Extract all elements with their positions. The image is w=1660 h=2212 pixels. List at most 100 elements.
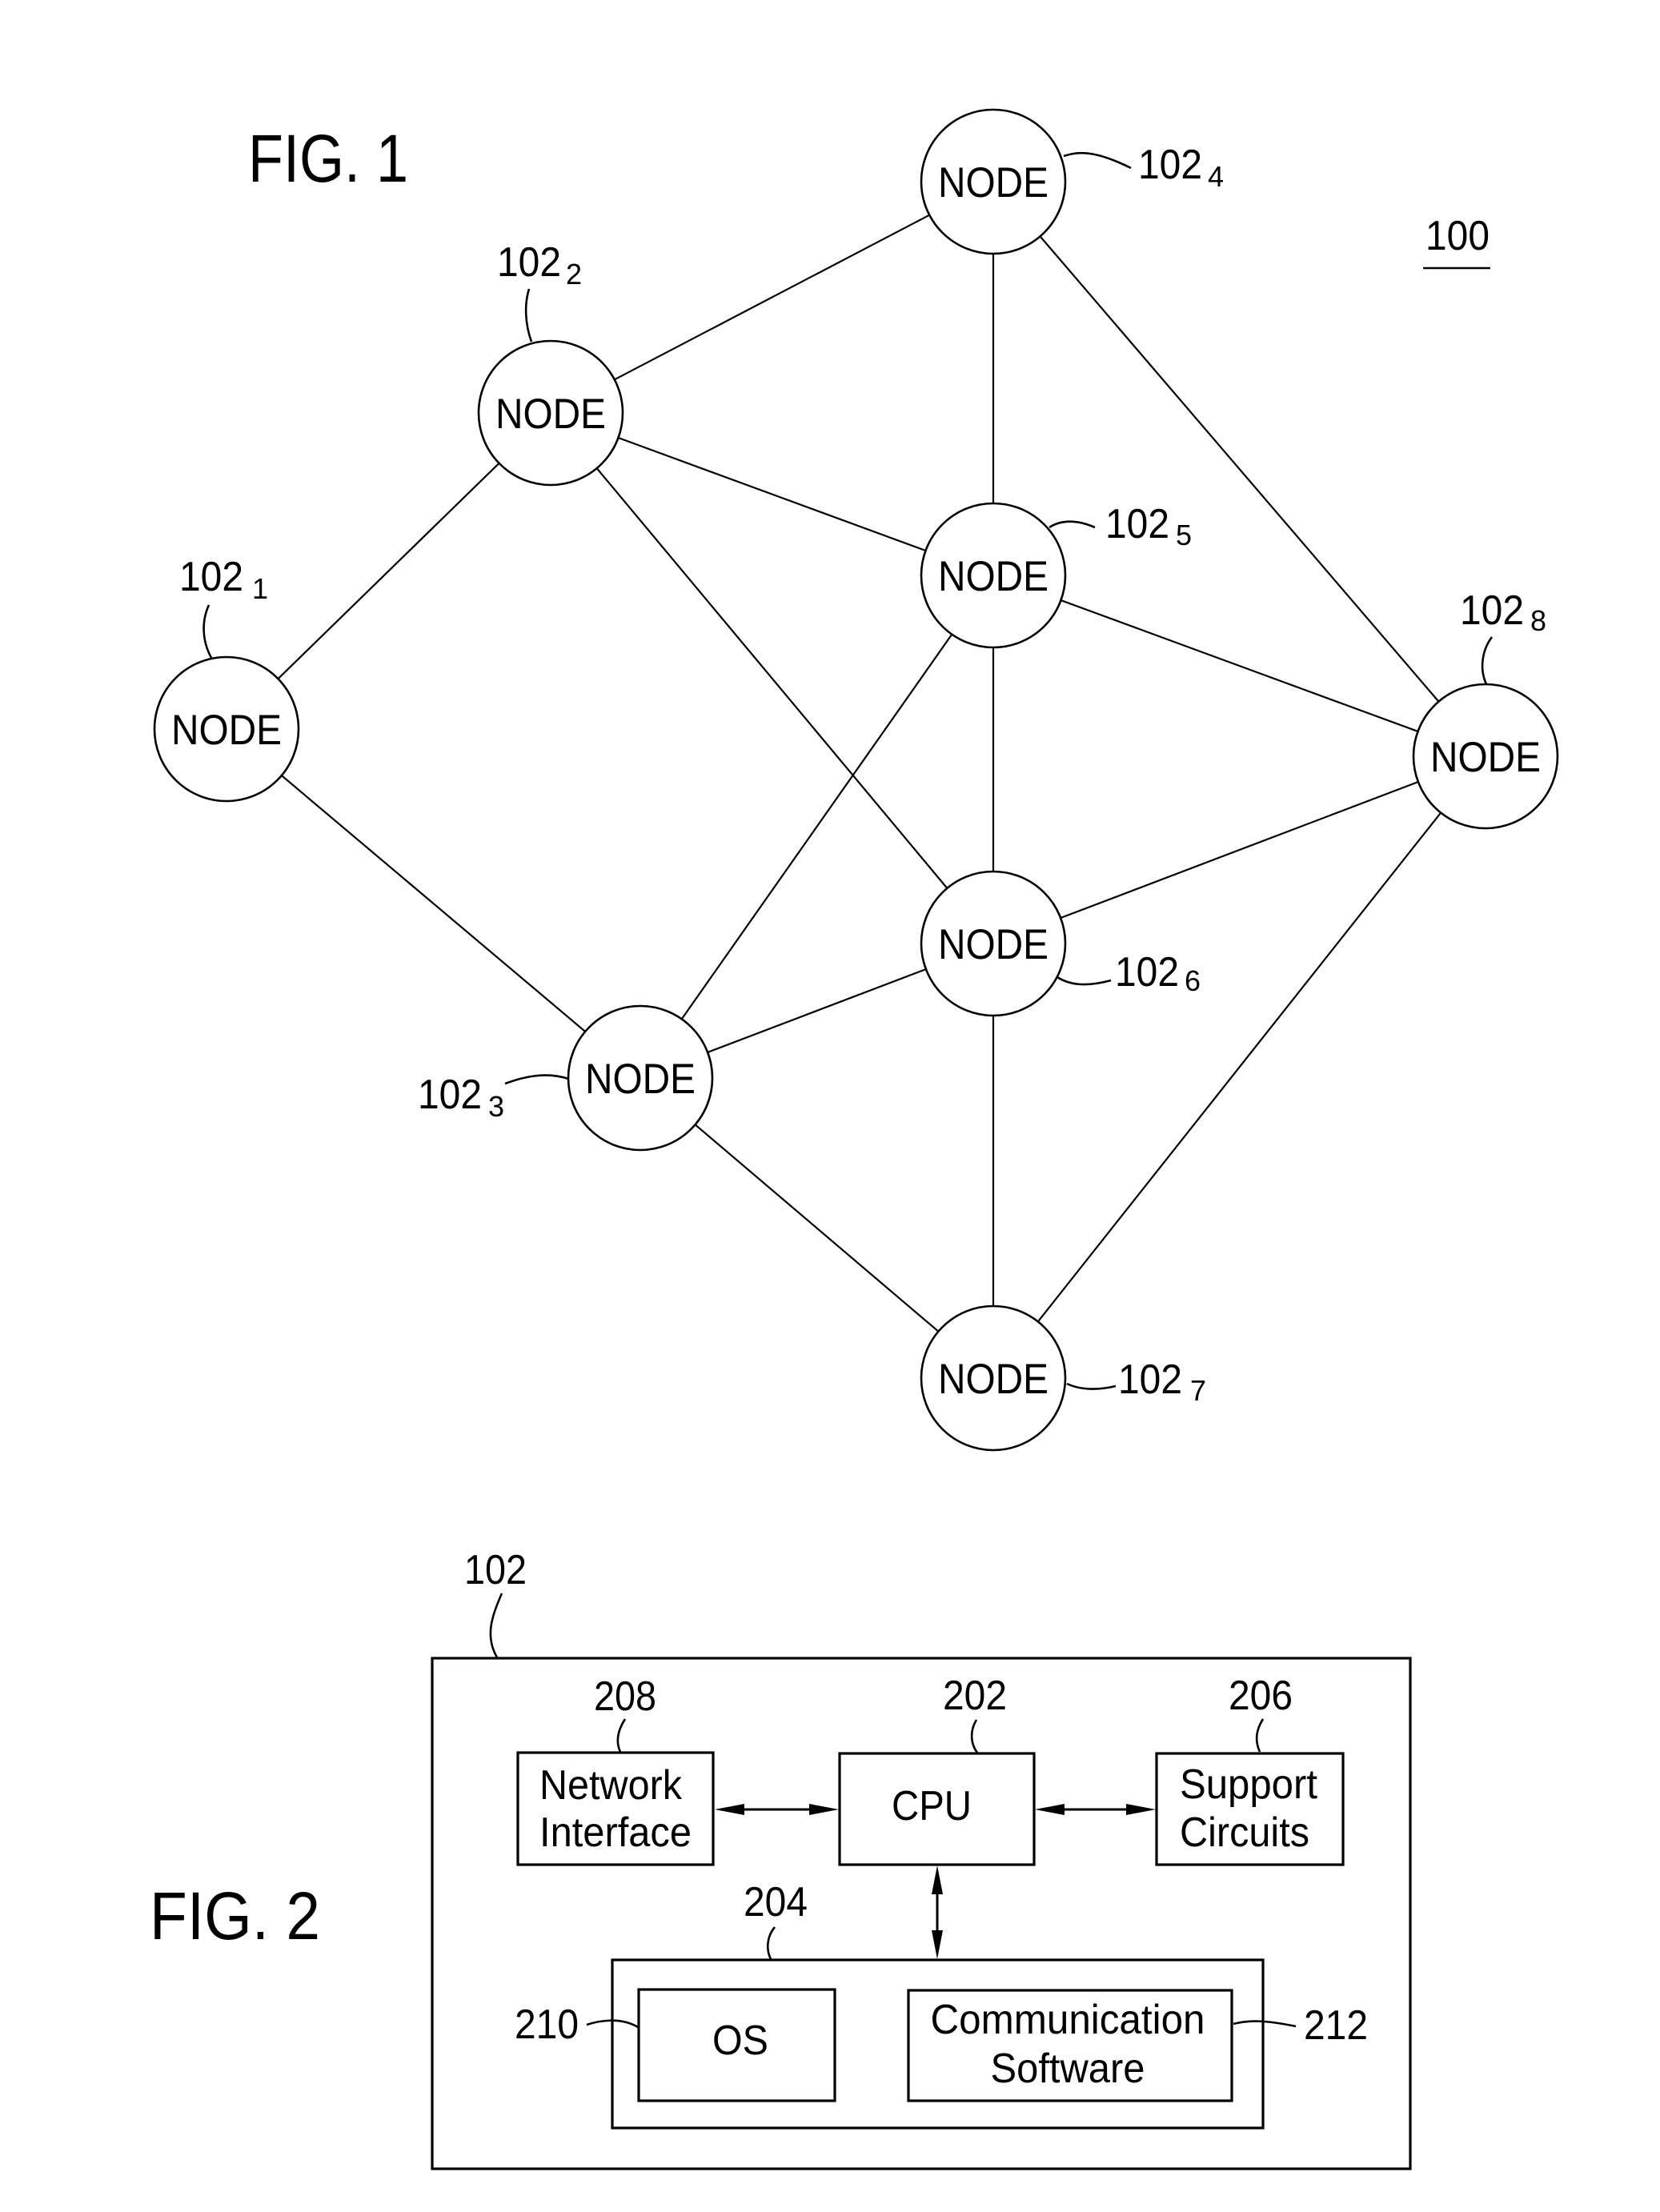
system-reference-number: 100	[1425, 213, 1490, 259]
node-102-6: NODE	[920, 870, 1067, 1017]
cpu-label: CPU	[892, 1783, 972, 1829]
node-label: NODE	[495, 391, 606, 438]
support-circuits-reference: 206	[1229, 1673, 1293, 1719]
node-reference-number: 102	[1115, 949, 1179, 996]
node-label: NODE	[1430, 734, 1541, 781]
node-reference-number: 102	[1118, 1356, 1182, 1403]
node-label: NODE	[938, 159, 1049, 206]
node-reference-number: 102	[418, 1072, 482, 1118]
edge-node-6-node-8	[1060, 780, 1419, 920]
node-102-5: NODE	[920, 502, 1067, 649]
node-reference-leader	[202, 604, 213, 659]
memory-reference: 204	[744, 1879, 808, 1925]
cpu-leader	[970, 1719, 979, 1753]
arrow-network-cpu	[715, 1804, 839, 1815]
node-reference-subscript: 4	[1208, 160, 1224, 193]
communication-software-reference: 212	[1304, 2002, 1368, 2049]
node-reference-102-7: 102 7	[1066, 1356, 1206, 1407]
memory-box	[611, 1958, 1265, 2130]
node-reference-subscript: 7	[1190, 1374, 1206, 1407]
node-reference-102-2: 102 2	[497, 239, 582, 343]
node-reference-number: 102	[1460, 587, 1524, 634]
node-reference-102-1: 102 1	[179, 554, 268, 659]
communication-software-label-line2: Software	[991, 2046, 1145, 2092]
edge-node-5-node-8	[1061, 599, 1418, 732]
os-label: OS	[712, 2018, 768, 2064]
node-reference-102-5: 102 5	[1049, 501, 1192, 551]
support-circuits-label-line1: Support	[1180, 1761, 1318, 1808]
arrowhead-left-icon	[715, 1804, 744, 1815]
node-reference-subscript: 5	[1176, 519, 1192, 551]
node-reference-102-8: 102 8	[1460, 587, 1546, 685]
edge-node-3-node-6	[707, 968, 927, 1053]
arrowhead-down-icon	[932, 1930, 943, 1959]
edge-node-2-node-6	[595, 467, 948, 889]
node-reference-subscript: 6	[1185, 964, 1201, 997]
edge-node-7-node-8	[1036, 811, 1442, 1323]
fig1: FIG. 1 NODENODENODENODENODENODENODENODE …	[153, 108, 1559, 1452]
network-interface-leader	[616, 1718, 627, 1753]
edge-node-2-node-4	[614, 214, 930, 381]
node-reference-subscript: 8	[1530, 604, 1546, 637]
communication-software-leader	[1233, 2020, 1297, 2028]
node-reference-leader	[504, 1074, 569, 1085]
node-label: NODE	[938, 1356, 1049, 1403]
edge-node-1-node-2	[277, 463, 500, 679]
support-circuits-label-line2: Circuits	[1180, 1809, 1309, 1856]
node-label: NODE	[938, 553, 1049, 600]
node-102-8: NODE	[1412, 683, 1559, 830]
node-reference-number: 102	[179, 554, 243, 600]
arrowhead-right-icon	[809, 1804, 839, 1815]
node-reference-number: 102	[497, 239, 561, 286]
device-reference-number: 102	[464, 1547, 527, 1593]
network-interface-label-line2: Interface	[539, 1809, 692, 1856]
node-label: NODE	[585, 1056, 696, 1103]
arrowhead-left-icon	[1035, 1804, 1065, 1815]
cpu-reference: 202	[943, 1673, 1007, 1719]
node-reference-leader	[1066, 1382, 1117, 1390]
node-102-3: NODE	[567, 1004, 714, 1152]
edge-node-3-node-7	[694, 1124, 940, 1332]
fig2-title: FIG. 2	[150, 1878, 320, 1954]
support-circuits-leader	[1255, 1718, 1265, 1753]
device-leader-line	[489, 1593, 503, 1658]
edge-node-4-node-8	[1039, 235, 1440, 703]
edge-node-1-node-3	[281, 775, 586, 1032]
node-reference-102-3: 102 3	[418, 1072, 569, 1123]
arrow-cpu-memory	[932, 1865, 943, 1959]
edge-node-3-node-5	[680, 634, 953, 1020]
os-reference: 210	[515, 2002, 579, 2048]
node-reference-leader	[1057, 976, 1112, 986]
node-102-4: NODE	[920, 108, 1067, 255]
node-reference-leader	[524, 288, 533, 343]
arrowhead-right-icon	[1126, 1804, 1156, 1815]
fig2: FIG. 2 102 208 Network Interface 202 CPU…	[150, 1547, 1412, 2170]
edge-node-2-node-5	[618, 436, 926, 552]
node-reference-102-6: 102 6	[1057, 949, 1201, 997]
node-label: NODE	[171, 707, 282, 754]
system-reference: 100	[1423, 213, 1490, 270]
communication-software-label-line1: Communication	[931, 1997, 1205, 2043]
patent-drawing-sheet: FIG. 1 NODENODENODENODENODENODENODENODE …	[150, 108, 1559, 2170]
node-reference-subscript: 3	[488, 1090, 504, 1123]
memory-leader	[767, 1926, 776, 1960]
node-reference-number: 102	[1105, 501, 1169, 547]
node-102-7: NODE	[920, 1304, 1067, 1452]
node-102-2: NODE	[477, 339, 624, 487]
network-interface-reference: 208	[594, 1673, 656, 1720]
node-reference-102-4: 102 4	[1063, 142, 1224, 193]
node-reference-leader	[1481, 636, 1494, 685]
node-reference-leader	[1063, 151, 1132, 170]
node-label: NODE	[938, 921, 1049, 968]
arrowhead-up-icon	[932, 1865, 943, 1894]
node-reference-subscript: 1	[252, 572, 268, 605]
node-reference-number: 102	[1138, 142, 1202, 188]
arrow-cpu-support	[1035, 1804, 1156, 1815]
network-interface-label-line1: Network	[539, 1762, 683, 1809]
fig1-title: FIG. 1	[248, 121, 408, 196]
network-edges	[277, 214, 1442, 1332]
node-102-1: NODE	[153, 655, 300, 803]
node-reference-labels: 102 1102 2102 3102 4102 5102 6102 7102 8	[179, 142, 1546, 1407]
node-reference-leader	[1049, 520, 1096, 529]
node-reference-subscript: 2	[566, 258, 582, 291]
